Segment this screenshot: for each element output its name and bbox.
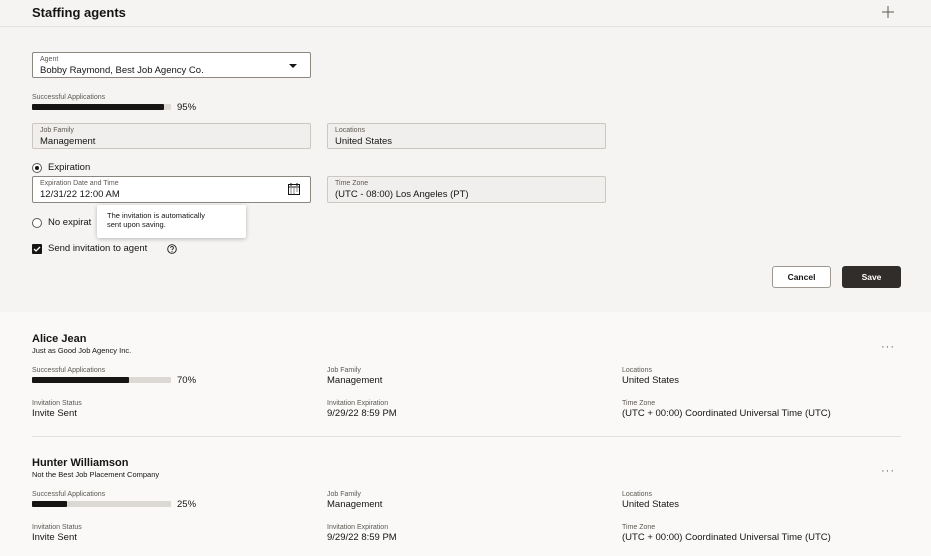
agent-select-value: Bobby Raymond, Best Job Agency Co. [40,65,204,76]
tooltip: The invitation is automatically sent upo… [97,205,246,238]
successful-applications-bar [32,104,171,110]
successful-applications-bar-fill [32,104,165,110]
time-zone-label: Time Zone [622,400,656,407]
invitation-status-value: Invite Sent [32,532,77,543]
successful-applications-bar [32,501,171,507]
no-expiration-radio-label: No expirat [48,217,92,228]
chevron-down-icon[interactable] [289,64,297,68]
invitation-status-label: Invitation Status [32,524,82,531]
locations-label: Locations [622,367,652,374]
successful-applications-bar-fill [32,377,130,383]
tooltip-line-1: The invitation is automatically [107,211,205,220]
invitation-status-value: Invite Sent [32,408,77,419]
no-expiration-radio[interactable] [32,218,42,228]
successful-applications-label: Successful Applications [32,491,106,498]
invitation-status-label: Invitation Status [32,400,82,407]
list-item: Hunter Williamson Not the Best Job Place… [0,436,931,546]
job-family-value: Management [40,136,96,147]
page-header: Staffing agents [0,0,931,27]
successful-applications-bar [32,377,171,383]
locations-field[interactable]: Locations United States [327,123,606,149]
job-family-value: Management [327,375,383,386]
list-item: Alice Jean Just as Good Job Agency Inc. … [0,312,931,422]
send-invitation-checkbox[interactable] [32,244,42,254]
agent-select-label: Agent [40,56,59,63]
successful-applications-percent: 70% [177,375,197,386]
time-zone-label: Time Zone [335,180,369,187]
help-icon[interactable] [167,244,177,254]
more-options-icon[interactable]: ··· [881,465,895,477]
job-family-value: Management [327,499,383,510]
more-options-icon[interactable]: ··· [881,341,895,353]
locations-value: United States [622,375,680,386]
successful-applications-label: Successful Applications [32,367,106,374]
expiration-radio[interactable] [32,163,42,173]
locations-label: Locations [335,127,365,134]
locations-value: United States [335,136,393,147]
time-zone-field[interactable]: Time Zone (UTC - 08:00) Los Angeles (PT) [327,176,606,203]
agent-agency: Just as Good Job Agency Inc. [32,346,132,355]
invitation-expiration-value: 9/29/22 8:59 PM [327,408,397,419]
job-family-label: Job Family [327,367,361,374]
time-zone-label: Time Zone [622,524,656,531]
successful-applications-label: Successful Applications [32,94,106,101]
agent-select[interactable]: Agent Bobby Raymond, Best Job Agency Co. [32,52,311,78]
job-family-label: Job Family [327,491,361,498]
save-button[interactable]: Save [842,266,901,288]
job-family-label: Job Family [40,127,74,134]
expiration-radio-label: Expiration [48,162,91,173]
successful-applications-percent: 95% [177,102,197,113]
checkmark-icon [33,246,41,252]
locations-label: Locations [622,491,652,498]
page-title: Staffing agents [32,5,126,20]
cancel-button[interactable]: Cancel [772,266,831,288]
time-zone-value: (UTC - 08:00) Los Angeles (PT) [335,189,469,200]
expiration-date-value: 12/31/22 12:00 AM [40,189,120,200]
agent-name: Alice Jean [32,333,87,345]
invitation-expiration-label: Invitation Expiration [327,400,389,407]
expiration-date-input[interactable]: Expiration Date and Time 12/31/22 12:00 … [32,176,311,203]
locations-value: United States [622,499,680,510]
invitation-expiration-label: Invitation Expiration [327,524,389,531]
tooltip-line-2: sent upon saving. [107,220,166,229]
calendar-icon[interactable] [288,183,300,195]
agent-agency: Not the Best Job Placement Company [32,470,160,479]
expiration-date-label: Expiration Date and Time [40,180,119,187]
time-zone-value: (UTC + 00:00) Coordinated Universal Time… [622,408,831,419]
plus-icon[interactable] [880,4,896,20]
send-invitation-label: Send invitation to agent [48,243,148,254]
successful-applications-percent: 25% [177,499,197,510]
invitation-expiration-value: 9/29/22 8:59 PM [327,532,397,543]
time-zone-value: (UTC + 00:00) Coordinated Universal Time… [622,532,831,543]
successful-applications-bar-fill [32,501,67,507]
job-family-field[interactable]: Job Family Management [32,123,311,149]
agent-name: Hunter Williamson [32,457,129,469]
